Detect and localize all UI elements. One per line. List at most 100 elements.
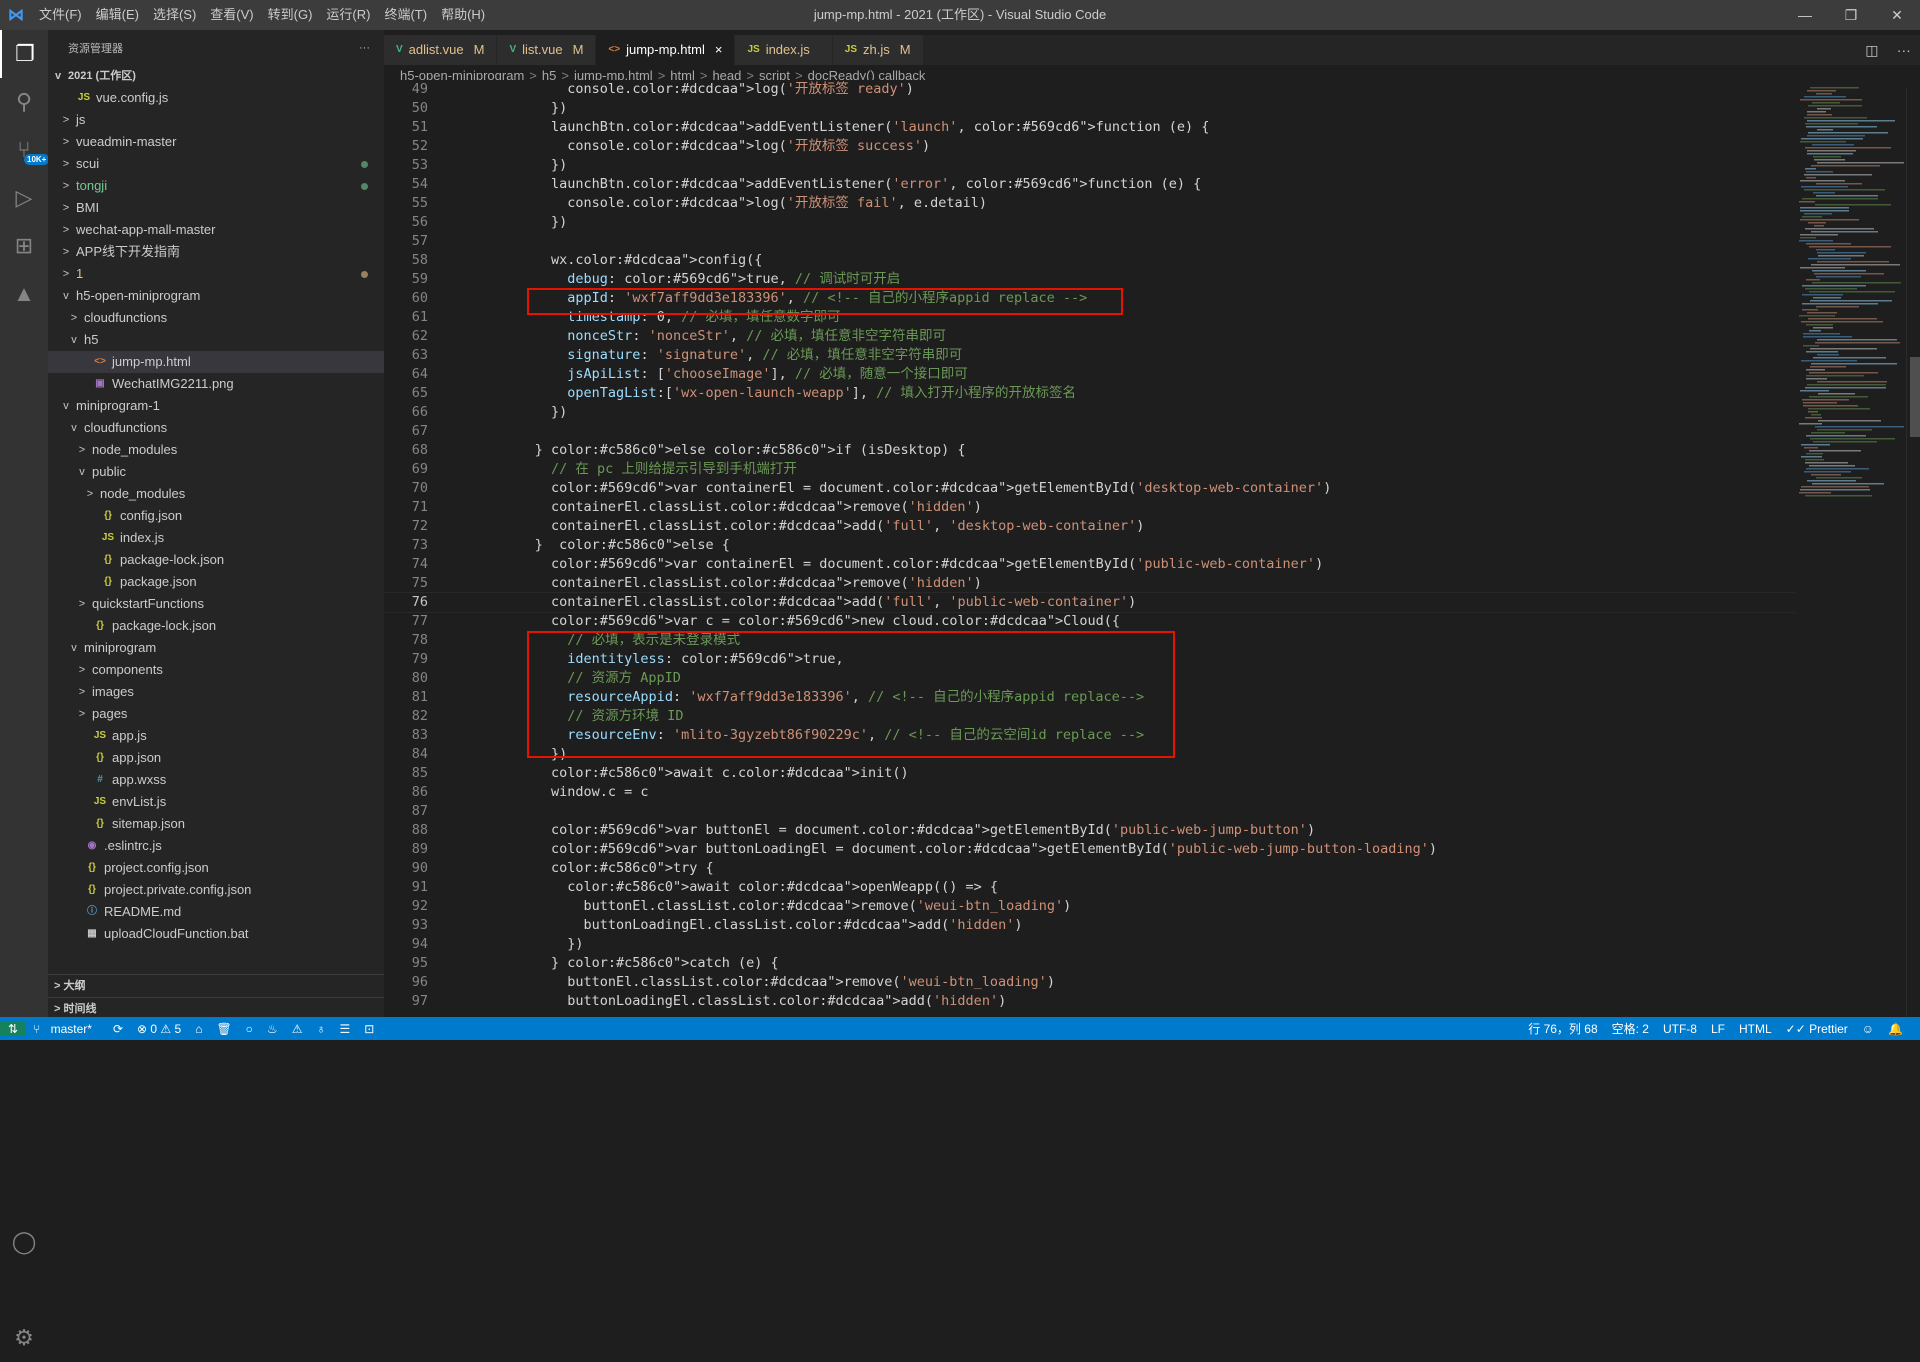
code-line[interactable]: 62 nonceStr: 'nonceStr', // 必填，填任意非空字符串即… [384,327,1804,346]
tree-folder[interactable]: v miniprogram-1 [48,395,384,417]
feedback-icon[interactable]: ☺ [1855,1022,1881,1036]
close-icon[interactable]: ✕ [1874,0,1920,30]
minimize-icon[interactable]: — [1782,0,1828,30]
tree-folder[interactable]: > tongji [48,175,384,197]
menu-item[interactable]: 编辑(E) [89,0,146,30]
tree-file[interactable]: {} project.config.json [48,857,384,879]
account-icon[interactable]: ◯ [0,1218,48,1266]
lightbulb-icon[interactable]: ♁ [309,1022,332,1036]
menu-item[interactable]: 转到(G) [261,0,320,30]
tree-folder[interactable]: v public [48,461,384,483]
code-line[interactable]: 68 } color:#c586c0">else color:#c586c0">… [384,441,1804,460]
sync-icon[interactable]: ⟳ [106,1022,130,1036]
code-line[interactable]: 58 wx.color:#dcdcaa">config({ [384,251,1804,270]
warning-icon[interactable]: ⚠ [285,1022,310,1036]
tree-folder[interactable]: v h5-open-miniprogram [48,285,384,307]
code-line[interactable]: 91 color:#c586c0">await color:#dcdcaa">o… [384,878,1804,897]
menu-item[interactable]: 帮助(H) [434,0,492,30]
tree-folder[interactable]: v cloudfunctions [48,417,384,439]
close-tab-icon[interactable]: × [715,35,723,65]
end-of-line[interactable]: LF [1704,1022,1732,1036]
code-line[interactable]: 76 containerEl.classList.color:#dcdcaa">… [384,592,1804,613]
flame-icon[interactable]: ♨ [260,1022,285,1036]
extensions-icon[interactable]: ⊞ [0,222,48,270]
settings-gear-icon[interactable]: ⚙ [0,1314,48,1362]
code-line[interactable]: 71 containerEl.classList.color:#dcdcaa">… [384,498,1804,517]
code-line[interactable]: 92 buttonEl.classList.color:#dcdcaa">rem… [384,897,1804,916]
terminal-icon[interactable]: ⊡ [357,1022,381,1036]
code-line[interactable]: 52 console.color:#dcdcaa">log('开放标签 succ… [384,137,1804,156]
editor-tab[interactable]: JS index.js [735,35,833,65]
tree-folder[interactable]: > node_modules [48,439,384,461]
code-line[interactable]: 73 } color:#c586c0">else { [384,536,1804,555]
code-line[interactable]: 96 buttonEl.classList.color:#dcdcaa">rem… [384,973,1804,992]
code-line[interactable]: 97 buttonLoadingEl.classList.color:#dcdc… [384,992,1804,1010]
tree-folder[interactable]: > images [48,681,384,703]
editor-tab[interactable]: Vadlist.vue M [384,35,498,65]
menu-item[interactable]: 查看(V) [203,0,260,30]
scrollbar-thumb[interactable] [1910,357,1920,437]
source-control-icon[interactable]: ⑂ 10K+ [0,126,50,174]
prettier-status[interactable]: ✓✓ Prettier [1779,1022,1855,1036]
tree-folder[interactable]: > quickstartFunctions [48,593,384,615]
tree-folder[interactable]: > js [48,109,384,131]
tree-folder[interactable]: > scui [48,153,384,175]
tree-file[interactable]: JS vue.config.js [48,87,384,109]
code-line[interactable]: 63 signature: 'signature', // 必填，填任意非空字符… [384,346,1804,365]
tree-folder[interactable]: >1 [48,263,384,285]
code-line[interactable]: 72 containerEl.classList.color:#dcdcaa">… [384,517,1804,536]
tree-file[interactable]: JS index.js [48,527,384,549]
tree-file[interactable]: JS envList.js [48,791,384,813]
tree-file[interactable]: ⓘ README.md [48,901,384,923]
editor-tab[interactable]: JS zh.js M [832,35,924,65]
code-editor[interactable]: 49 console.color:#dcdcaa">log('开放标签 read… [384,80,1804,1010]
code-line[interactable]: 59 debug: color:#569cd6">true, // 调试时可开启 [384,270,1804,289]
code-line[interactable]: 50 }) [384,99,1804,118]
code-line[interactable]: 70 color:#569cd6">var containerEl = docu… [384,479,1804,498]
branch-indicator[interactable]: ⑂ master* [26,1022,106,1036]
indentation[interactable]: 空格: 2 [1605,1020,1656,1037]
code-line[interactable]: 85 color:#c586c0">await c.color:#dcdcaa"… [384,764,1804,783]
tree-folder[interactable]: v h5 [48,329,384,351]
editor-tab[interactable]: Vlist.vue M [497,35,597,65]
cursor-position[interactable]: 行 76，列 68 [1521,1020,1604,1037]
restore-icon[interactable]: ❐ [1828,0,1874,30]
tree-file[interactable]: {} project.private.config.json [48,879,384,901]
code-line[interactable]: 67 [384,422,1804,441]
circle-icon[interactable]: ○ [239,1022,260,1036]
menu-item[interactable]: 选择(S) [146,0,203,30]
tree-folder[interactable]: > pages [48,703,384,725]
code-line[interactable]: 66 }) [384,403,1804,422]
more-actions-icon[interactable]: ··· [359,42,370,54]
editor-tab[interactable]: <> jump-mp.html × [596,35,736,65]
explorer-icon[interactable]: ❐ [0,30,48,78]
problems-indicator[interactable]: ⊗ 0 ⚠ 5 [130,1022,188,1036]
code-line[interactable]: 75 containerEl.classList.color:#dcdcaa">… [384,574,1804,593]
menu-item[interactable]: 运行(R) [319,0,377,30]
code-line[interactable]: 69 // 在 pc 上则给提示引导到手机端打开 [384,460,1804,479]
tree-folder[interactable]: > BMI [48,197,384,219]
code-line[interactable]: 95 } color:#c586c0">catch (e) { [384,954,1804,973]
workspace-root[interactable]: v 2021 (工作区) [48,65,384,87]
tree-file[interactable]: {} app.json [48,747,384,769]
tree-file[interactable]: <> jump-mp.html [48,351,384,373]
tree-file[interactable]: ▣ WechatIMG2211.png [48,373,384,395]
tree-folder[interactable]: > components [48,659,384,681]
tree-file[interactable]: {} package-lock.json [48,615,384,637]
code-line[interactable]: 49 console.color:#dcdcaa">log('开放标签 read… [384,80,1804,99]
tree-folder[interactable]: > node_modules [48,483,384,505]
vertical-scrollbar[interactable] [1906,87,1920,1017]
menu-item[interactable]: 文件(F) [32,0,89,30]
code-line[interactable]: 94 }) [384,935,1804,954]
split-editor-icon[interactable]: ◫ [1865,42,1878,59]
tree-folder[interactable]: > wechat-app-mall-master [48,219,384,241]
code-line[interactable]: 55 console.color:#dcdcaa">log('开放标签 fail… [384,194,1804,213]
outline-section[interactable]: > 大纲 [48,974,384,997]
remote-icon[interactable]: ⇅ [0,1021,27,1036]
tree-file[interactable]: JS app.js [48,725,384,747]
list-icon[interactable]: ☰ [332,1022,357,1036]
run-debug-icon[interactable]: ▷ [0,174,48,222]
tree-file[interactable]: {} package-lock.json [48,549,384,571]
tree-file[interactable]: ◉ .eslintrc.js [48,835,384,857]
code-line[interactable]: 93 buttonLoadingEl.classList.color:#dcdc… [384,916,1804,935]
